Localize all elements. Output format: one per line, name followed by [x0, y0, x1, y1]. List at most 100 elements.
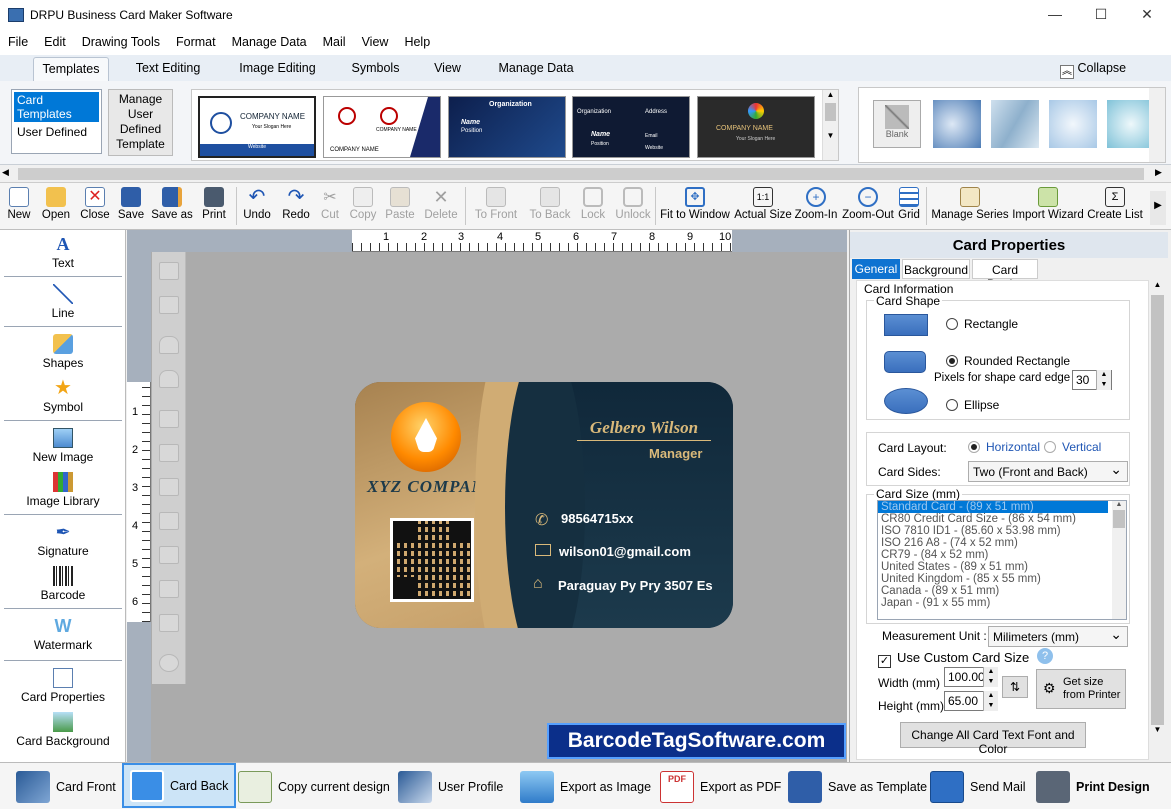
props-tab-general[interactable]: General — [852, 259, 900, 279]
ribbon-scrollbar[interactable]: ◀ ▶ — [0, 165, 1171, 183]
props-tab-background[interactable]: Background — [902, 259, 970, 279]
print-design-button[interactable]: Print Design — [1036, 769, 1150, 805]
change-all-text-button[interactable]: Change All Card Text Font and Color — [900, 722, 1086, 756]
menu-file[interactable]: File — [0, 31, 36, 49]
size-item[interactable]: Standard Card - (89 x 51 mm) — [878, 501, 1108, 513]
shapes-tool[interactable]: Shapes — [4, 334, 122, 370]
rounded-rectangle-radio[interactable]: Rounded Rectangle — [946, 354, 1070, 368]
unlock-object-icon[interactable] — [159, 370, 179, 388]
close-button[interactable]: ✕ Close — [78, 187, 112, 221]
gallery-scrollbar[interactable]: ▲ ▼ — [822, 90, 838, 160]
get-size-from-printer-button[interactable]: ⚙ Get size from Printer — [1036, 669, 1126, 709]
text-tool[interactable]: A Text — [4, 234, 122, 270]
image-library-tool[interactable]: Image Library — [4, 472, 122, 508]
delete-button[interactable]: ✕ Delete — [422, 187, 460, 221]
grid-button[interactable]: Grid — [896, 187, 922, 221]
size-item[interactable]: CR80 Credit Card Size - (86 x 54 mm) — [878, 513, 1126, 525]
tab-manage-data[interactable]: Manage Data — [490, 61, 582, 75]
maximize-button[interactable]: ☐ — [1091, 6, 1111, 23]
template-thumb-3[interactable]: Organization Name Position — [448, 96, 566, 158]
align-top-icon[interactable] — [159, 478, 179, 496]
align-middle-icon[interactable] — [159, 580, 179, 598]
size-item[interactable]: Canada - (89 x 51 mm) — [878, 585, 1126, 597]
size-item[interactable]: CR79 - (84 x 52 mm) — [878, 549, 1126, 561]
card-properties-tool[interactable]: Card Properties — [4, 668, 122, 704]
rectangle-radio[interactable]: Rectangle — [946, 317, 1018, 331]
card-address[interactable]: Paraguay Py Pry 3507 Es — [558, 578, 713, 593]
group-icon[interactable] — [159, 262, 179, 280]
open-button[interactable]: Open — [39, 187, 73, 221]
background-thumb-4[interactable] — [1107, 100, 1155, 148]
actual-size-button[interactable]: 1:1 Actual Size — [734, 187, 792, 221]
background-blank[interactable]: Blank — [873, 100, 921, 148]
fit-to-window-button[interactable]: ✥ Fit to Window — [657, 187, 733, 221]
qr-code[interactable] — [390, 518, 474, 602]
tab-templates[interactable]: Templates — [33, 57, 109, 81]
export-as-image-button[interactable]: Export as Image — [520, 769, 651, 805]
send-mail-button[interactable]: Send Mail — [930, 769, 1026, 805]
redo-button[interactable]: ↷ Redo — [280, 187, 312, 221]
barcode-tool[interactable]: Barcode — [4, 566, 122, 602]
watermark-tool[interactable]: W Watermark — [4, 616, 122, 652]
new-button[interactable]: New — [3, 187, 35, 221]
card-phone[interactable]: 98564715xx — [561, 511, 633, 526]
category-user-defined[interactable]: User Defined — [14, 124, 99, 140]
card-size-list[interactable]: Standard Card - (89 x 51 mm) CR80 Credit… — [877, 500, 1127, 620]
category-card-templates[interactable]: Card Templates — [14, 92, 99, 122]
align-center-icon[interactable] — [159, 546, 179, 564]
lock-object-icon[interactable] — [159, 336, 179, 354]
ellipse-radio[interactable]: Ellipse — [946, 398, 999, 412]
size-item[interactable]: United States - (89 x 51 mm) — [878, 561, 1126, 573]
print-button[interactable]: Print — [198, 187, 230, 221]
template-thumb-2[interactable]: COMPANY NAME COMPANY NAME — [323, 96, 441, 158]
new-image-tool[interactable]: New Image — [4, 428, 122, 464]
size-item[interactable]: ISO 7810 ID1 - (85.60 x 53.98 mm) — [878, 525, 1126, 537]
import-wizard-button[interactable]: Import Wizard — [1010, 187, 1086, 221]
manage-template-button[interactable]: Manage User Defined Template — [108, 89, 173, 156]
swap-dimensions-button[interactable]: ⇅ — [1002, 676, 1028, 698]
symbol-tool[interactable]: ★ Symbol — [4, 378, 122, 414]
to-back-button[interactable]: To Back — [527, 187, 573, 221]
save-button[interactable]: Save — [116, 187, 146, 221]
unlock-button[interactable]: Unlock — [613, 187, 653, 221]
align-bottom-icon[interactable] — [159, 512, 179, 530]
tab-view[interactable]: View — [425, 61, 470, 75]
menu-manage-data[interactable]: Manage Data — [224, 31, 315, 49]
props-tab-card-border[interactable]: Card Border — [972, 259, 1038, 291]
line-tool[interactable]: Line — [4, 284, 122, 320]
manage-series-button[interactable]: Manage Series — [930, 187, 1010, 221]
save-as-button[interactable]: Save as — [150, 187, 194, 221]
zoom-in-button[interactable]: + Zoom-In — [793, 187, 839, 221]
copy-current-design-button[interactable]: Copy current design — [238, 769, 390, 805]
background-thumb-1[interactable] — [933, 100, 981, 148]
card-front-button[interactable]: Card Front — [16, 769, 116, 805]
menu-mail[interactable]: Mail — [315, 31, 354, 49]
card-job-title[interactable]: Manager — [649, 446, 702, 461]
zoom-out-button[interactable]: − Zoom-Out — [840, 187, 896, 221]
paste-button[interactable]: Paste — [384, 187, 416, 221]
pixels-edge-spinner[interactable]: ▲ ▼ — [1096, 370, 1111, 390]
minimize-button[interactable]: — — [1045, 6, 1065, 22]
height-spinner[interactable]: ▲ ▼ — [983, 691, 998, 711]
copy-button[interactable]: Copy — [348, 187, 378, 221]
undo-button[interactable]: ↶ Undo — [240, 187, 274, 221]
props-scrollbar[interactable]: ▲ ▼ — [1148, 280, 1166, 760]
cut-button[interactable]: ✂ Cut — [316, 187, 344, 221]
card-email[interactable]: wilson01@gmail.com — [559, 544, 691, 559]
template-category-list[interactable]: Card Templates User Defined — [11, 89, 102, 154]
size-item[interactable]: United Kingdom - (85 x 55 mm) — [878, 573, 1126, 585]
background-scrollbar[interactable] — [1149, 88, 1165, 162]
vertical-radio[interactable]: Vertical — [1044, 440, 1101, 454]
menu-view[interactable]: View — [354, 31, 397, 49]
measurement-unit-select[interactable]: Milimeters (mm) — [988, 626, 1128, 647]
background-thumb-2[interactable] — [991, 100, 1039, 148]
help-icon[interactable]: ? — [1037, 648, 1053, 664]
size-list-scrollbar[interactable]: ▲ — [1112, 501, 1126, 619]
lock-button[interactable]: Lock — [577, 187, 609, 221]
ungroup-icon[interactable] — [159, 296, 179, 314]
export-as-pdf-button[interactable]: PDF Export as PDF — [660, 769, 781, 805]
collapse-button[interactable]: ︽ Collapse — [1060, 61, 1126, 79]
tab-image-editing[interactable]: Image Editing — [230, 61, 325, 75]
toolbar-overflow[interactable]: ▶ — [1150, 191, 1166, 225]
template-thumb-1[interactable]: COMPANY NAME Your Slogan Here Website — [198, 96, 316, 158]
